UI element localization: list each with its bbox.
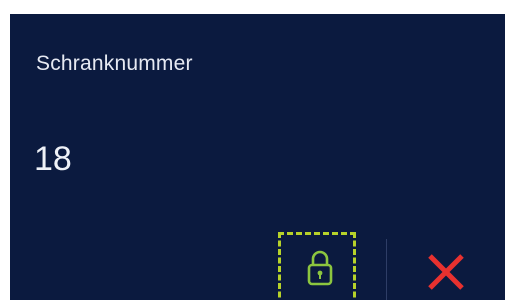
close-button[interactable] <box>422 248 470 296</box>
action-divider <box>386 239 387 300</box>
locker-panel: Schranknummer 18 <box>10 14 505 300</box>
lock-button[interactable] <box>278 232 356 300</box>
locker-number-value: 18 <box>34 140 72 178</box>
locker-number-label: Schranknummer <box>36 52 193 75</box>
lock-icon <box>307 250 333 286</box>
close-icon <box>428 254 464 290</box>
